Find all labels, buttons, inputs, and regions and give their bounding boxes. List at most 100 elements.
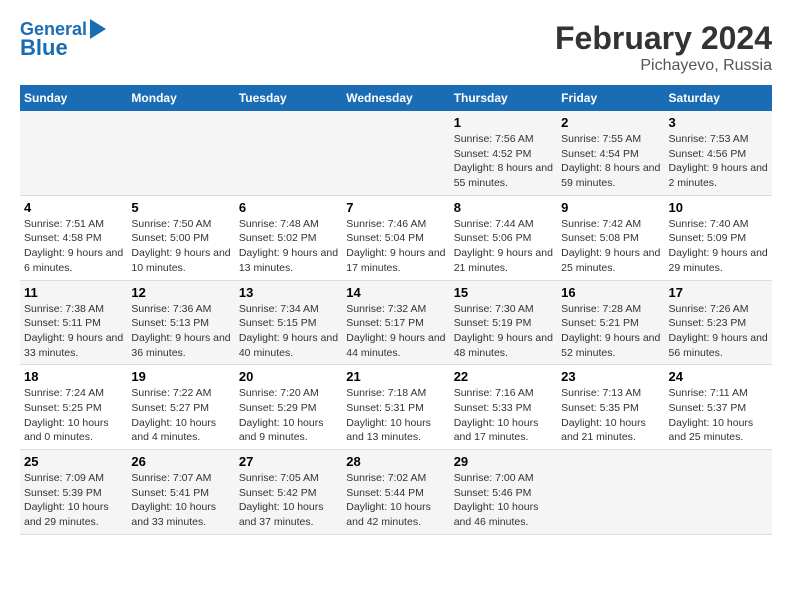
main-title: February 2024 <box>555 20 772 57</box>
day-number: 11 <box>24 285 123 300</box>
day-info: Sunrise: 7:26 AM Sunset: 5:23 PM Dayligh… <box>669 302 768 361</box>
calendar-week-row: 18 Sunrise: 7:24 AM Sunset: 5:25 PM Dayli… <box>20 365 772 450</box>
day-number: 17 <box>669 285 768 300</box>
day-number: 9 <box>561 200 660 215</box>
day-info: Sunrise: 7:51 AM Sunset: 4:58 PM Dayligh… <box>24 217 123 276</box>
calendar-cell: 20 Sunrise: 7:20 AM Sunset: 5:29 PM Dayli… <box>235 365 342 450</box>
calendar-cell <box>20 111 127 195</box>
calendar-cell: 9Sunrise: 7:42 AM Sunset: 5:08 PM Daylig… <box>557 195 664 280</box>
calendar-cell: 4 Sunrise: 7:51 AM Sunset: 4:58 PM Daylig… <box>20 195 127 280</box>
day-info: Sunrise: 7:20 AM Sunset: 5:29 PM Dayligh… <box>239 386 338 445</box>
day-number: 21 <box>346 369 445 384</box>
day-info: Sunrise: 7:09 AM Sunset: 5:39 PM Dayligh… <box>24 471 123 530</box>
day-number: 20 <box>239 369 338 384</box>
calendar-cell <box>235 111 342 195</box>
day-number: 4 <box>24 200 123 215</box>
day-info: Sunrise: 7:48 AM Sunset: 5:02 PM Dayligh… <box>239 217 338 276</box>
day-info: Sunrise: 7:44 AM Sunset: 5:06 PM Dayligh… <box>454 217 553 276</box>
day-number: 2 <box>561 115 660 130</box>
calendar-week-row: 1 Sunrise: 7:56 AM Sunset: 4:52 PM Daylig… <box>20 111 772 195</box>
calendar-header-row: SundayMondayTuesdayWednesdayThursdayFrid… <box>20 85 772 111</box>
day-info: Sunrise: 7:40 AM Sunset: 5:09 PM Dayligh… <box>669 217 768 276</box>
calendar-cell: 16Sunrise: 7:28 AM Sunset: 5:21 PM Dayli… <box>557 280 664 365</box>
day-number: 16 <box>561 285 660 300</box>
day-info: Sunrise: 7:34 AM Sunset: 5:15 PM Dayligh… <box>239 302 338 361</box>
day-info: Sunrise: 7:02 AM Sunset: 5:44 PM Dayligh… <box>346 471 445 530</box>
calendar-cell: 29 Sunrise: 7:00 AM Sunset: 5:46 PM Dayli… <box>450 450 557 535</box>
day-number: 23 <box>561 369 660 384</box>
day-number: 22 <box>454 369 553 384</box>
calendar-week-row: 25 Sunrise: 7:09 AM Sunset: 5:39 PM Dayli… <box>20 450 772 535</box>
day-number: 15 <box>454 285 553 300</box>
day-info: Sunrise: 7:05 AM Sunset: 5:42 PM Dayligh… <box>239 471 338 530</box>
day-number: 14 <box>346 285 445 300</box>
day-number: 8 <box>454 200 553 215</box>
calendar-cell: 1 Sunrise: 7:56 AM Sunset: 4:52 PM Daylig… <box>450 111 557 195</box>
day-number: 13 <box>239 285 338 300</box>
weekday-header-monday: Monday <box>127 85 234 111</box>
day-info: Sunrise: 7:36 AM Sunset: 5:13 PM Dayligh… <box>131 302 230 361</box>
calendar-cell <box>557 450 664 535</box>
day-info: Sunrise: 7:24 AM Sunset: 5:25 PM Dayligh… <box>24 386 123 445</box>
title-block: February 2024 Pichayevo, Russia <box>555 20 772 75</box>
logo-arrow-icon <box>90 19 106 39</box>
weekday-header-thursday: Thursday <box>450 85 557 111</box>
day-info: Sunrise: 7:30 AM Sunset: 5:19 PM Dayligh… <box>454 302 553 361</box>
weekday-header-sunday: Sunday <box>20 85 127 111</box>
day-number: 18 <box>24 369 123 384</box>
calendar-cell: 2Sunrise: 7:55 AM Sunset: 4:54 PM Daylig… <box>557 111 664 195</box>
calendar-cell <box>342 111 449 195</box>
calendar-table: SundayMondayTuesdayWednesdayThursdayFrid… <box>20 85 772 535</box>
day-number: 29 <box>454 454 553 469</box>
day-info: Sunrise: 7:00 AM Sunset: 5:46 PM Dayligh… <box>454 471 553 530</box>
calendar-cell: 22 Sunrise: 7:16 AM Sunset: 5:33 PM Dayli… <box>450 365 557 450</box>
calendar-cell: 28 Sunrise: 7:02 AM Sunset: 5:44 PM Dayli… <box>342 450 449 535</box>
calendar-cell: 8 Sunrise: 7:44 AM Sunset: 5:06 PM Daylig… <box>450 195 557 280</box>
day-info: Sunrise: 7:13 AM Sunset: 5:35 PM Dayligh… <box>561 386 660 445</box>
calendar-cell: 17 Sunrise: 7:26 AM Sunset: 5:23 PM Dayli… <box>665 280 772 365</box>
day-number: 12 <box>131 285 230 300</box>
day-number: 7 <box>346 200 445 215</box>
calendar-cell: 19 Sunrise: 7:22 AM Sunset: 5:27 PM Dayli… <box>127 365 234 450</box>
calendar-cell: 25 Sunrise: 7:09 AM Sunset: 5:39 PM Dayli… <box>20 450 127 535</box>
calendar-cell: 3 Sunrise: 7:53 AM Sunset: 4:56 PM Daylig… <box>665 111 772 195</box>
day-info: Sunrise: 7:53 AM Sunset: 4:56 PM Dayligh… <box>669 132 768 191</box>
calendar-cell: 18 Sunrise: 7:24 AM Sunset: 5:25 PM Dayli… <box>20 365 127 450</box>
calendar-cell: 7 Sunrise: 7:46 AM Sunset: 5:04 PM Daylig… <box>342 195 449 280</box>
logo-blue-text: Blue <box>20 36 106 60</box>
calendar-cell: 12 Sunrise: 7:36 AM Sunset: 5:13 PM Dayli… <box>127 280 234 365</box>
day-info: Sunrise: 7:56 AM Sunset: 4:52 PM Dayligh… <box>454 132 553 191</box>
calendar-cell: 6 Sunrise: 7:48 AM Sunset: 5:02 PM Daylig… <box>235 195 342 280</box>
day-info: Sunrise: 7:32 AM Sunset: 5:17 PM Dayligh… <box>346 302 445 361</box>
day-info: Sunrise: 7:22 AM Sunset: 5:27 PM Dayligh… <box>131 386 230 445</box>
calendar-cell: 15 Sunrise: 7:30 AM Sunset: 5:19 PM Dayli… <box>450 280 557 365</box>
day-number: 19 <box>131 369 230 384</box>
day-number: 10 <box>669 200 768 215</box>
weekday-header-tuesday: Tuesday <box>235 85 342 111</box>
calendar-cell: 23 Sunrise: 7:13 AM Sunset: 5:35 PM Dayli… <box>557 365 664 450</box>
calendar-cell: 14 Sunrise: 7:32 AM Sunset: 5:17 PM Dayli… <box>342 280 449 365</box>
calendar-cell: 11 Sunrise: 7:38 AM Sunset: 5:11 PM Dayli… <box>20 280 127 365</box>
day-number: 3 <box>669 115 768 130</box>
calendar-cell: 24Sunrise: 7:11 AM Sunset: 5:37 PM Dayli… <box>665 365 772 450</box>
calendar-cell: 27 Sunrise: 7:05 AM Sunset: 5:42 PM Dayli… <box>235 450 342 535</box>
day-number: 6 <box>239 200 338 215</box>
day-number: 1 <box>454 115 553 130</box>
day-info: Sunrise: 7:38 AM Sunset: 5:11 PM Dayligh… <box>24 302 123 361</box>
weekday-header-wednesday: Wednesday <box>342 85 449 111</box>
day-info: Sunrise: 7:18 AM Sunset: 5:31 PM Dayligh… <box>346 386 445 445</box>
day-info: Sunrise: 7:46 AM Sunset: 5:04 PM Dayligh… <box>346 217 445 276</box>
subtitle: Pichayevo, Russia <box>555 57 772 75</box>
day-number: 28 <box>346 454 445 469</box>
day-info: Sunrise: 7:07 AM Sunset: 5:41 PM Dayligh… <box>131 471 230 530</box>
day-info: Sunrise: 7:16 AM Sunset: 5:33 PM Dayligh… <box>454 386 553 445</box>
day-info: Sunrise: 7:50 AM Sunset: 5:00 PM Dayligh… <box>131 217 230 276</box>
day-number: 25 <box>24 454 123 469</box>
day-number: 5 <box>131 200 230 215</box>
calendar-cell <box>665 450 772 535</box>
day-number: 24 <box>669 369 768 384</box>
day-number: 27 <box>239 454 338 469</box>
calendar-cell: 10 Sunrise: 7:40 AM Sunset: 5:09 PM Dayli… <box>665 195 772 280</box>
calendar-cell: 21 Sunrise: 7:18 AM Sunset: 5:31 PM Dayli… <box>342 365 449 450</box>
weekday-header-saturday: Saturday <box>665 85 772 111</box>
